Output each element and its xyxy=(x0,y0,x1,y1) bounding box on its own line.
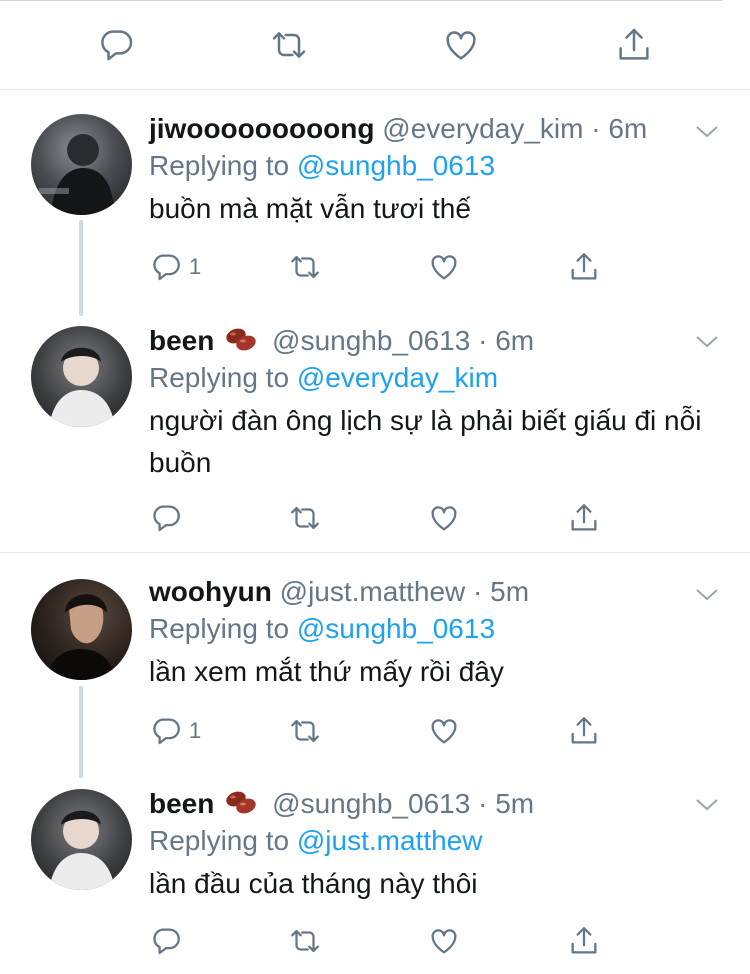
reply-icon xyxy=(153,928,180,955)
share-button[interactable] xyxy=(567,245,601,289)
timestamp[interactable]: 6m xyxy=(495,325,534,356)
tweet-text: lần đầu của tháng này thôi xyxy=(149,868,478,899)
share-icon xyxy=(571,253,597,280)
reply-mention-link[interactable]: @everyday_kim xyxy=(297,362,498,393)
avatar[interactable] xyxy=(31,789,132,890)
like-icon[interactable] xyxy=(439,23,483,67)
replying-to: Replying to @everyday_kim xyxy=(149,360,720,396)
replying-to-label: Replying to xyxy=(149,613,290,644)
share-icon xyxy=(571,717,597,744)
retweet-button[interactable] xyxy=(287,496,323,540)
display-name[interactable]: been xyxy=(149,788,214,819)
chevron-down-icon[interactable] xyxy=(694,330,720,352)
timestamp[interactable]: 6m xyxy=(608,113,647,144)
chevron-down-icon[interactable] xyxy=(694,120,720,142)
tweet-actions xyxy=(149,919,619,963)
tweet-text: buồn mà mặt vẫn tươi thế xyxy=(149,193,471,224)
replying-to: Replying to @sunghb_0613 xyxy=(149,611,720,647)
tweet-text: người đàn ông lịch sự là phải biết giấu … xyxy=(149,405,702,478)
retweet-button[interactable] xyxy=(287,919,323,963)
timestamp[interactable]: 5m xyxy=(490,576,529,607)
separator-dot: · xyxy=(583,113,609,144)
reply-button[interactable] xyxy=(149,919,189,963)
tweet[interactable]: been @sunghb_0613 · 6m Replying to @ever… xyxy=(0,310,750,553)
replying-to-label: Replying to xyxy=(149,362,290,393)
reply-mention-link[interactable]: @sunghb_0613 xyxy=(297,150,495,181)
reply-button[interactable]: 1 xyxy=(149,245,201,289)
retweet-button[interactable] xyxy=(287,245,323,289)
reply-count: 1 xyxy=(189,718,202,743)
bean-emoji xyxy=(224,324,258,362)
replying-to-label: Replying to xyxy=(149,150,290,181)
retweet-icon xyxy=(291,506,319,530)
reply-icon xyxy=(153,718,180,745)
like-icon xyxy=(431,719,457,744)
tweet[interactable]: been @sunghb_0613 · 5m Replying to @just… xyxy=(0,773,750,974)
share-button[interactable] xyxy=(567,709,601,753)
like-button[interactable] xyxy=(427,709,461,753)
replying-to: Replying to @just.matthew xyxy=(149,823,720,859)
chevron-down-icon[interactable] xyxy=(694,583,720,605)
reply-icon xyxy=(153,254,180,281)
reply-button[interactable]: 1 xyxy=(149,709,201,753)
reply-mention-link[interactable]: @just.matthew xyxy=(297,825,483,856)
share-button[interactable] xyxy=(567,496,601,540)
display-name[interactable]: woohyun xyxy=(149,576,272,607)
like-button[interactable] xyxy=(427,245,461,289)
tweet-actions: 1 xyxy=(149,245,619,289)
retweet-icon xyxy=(291,719,319,743)
reply-icon xyxy=(153,505,180,532)
reply-button[interactable] xyxy=(149,496,189,540)
thread-line xyxy=(79,686,83,778)
replying-to: Replying to @sunghb_0613 xyxy=(149,148,720,184)
replying-to-label: Replying to xyxy=(149,825,290,856)
avatar[interactable] xyxy=(31,114,132,215)
tweet[interactable]: jiwooooooooong @everyday_kim · 6m Replyi… xyxy=(0,90,750,316)
tweet-actions: 1 xyxy=(149,709,619,753)
reply-icon[interactable] xyxy=(94,23,138,67)
username[interactable]: @sunghb_0613 xyxy=(272,325,470,356)
separator-dot: · xyxy=(470,788,496,819)
timestamp[interactable]: 5m xyxy=(495,788,534,819)
username[interactable]: @just.matthew xyxy=(280,576,466,607)
separator-dot: · xyxy=(465,576,491,607)
like-icon xyxy=(431,929,457,954)
reply-count: 1 xyxy=(189,254,202,279)
like-icon xyxy=(431,255,457,280)
bean-emoji xyxy=(224,787,258,825)
display-name[interactable]: been xyxy=(149,325,214,356)
share-icon xyxy=(571,927,597,954)
chevron-down-icon[interactable] xyxy=(694,793,720,815)
share-icon[interactable] xyxy=(612,23,656,67)
share-button[interactable] xyxy=(567,919,601,963)
parent-tweet-actions xyxy=(0,0,750,90)
thread-line xyxy=(79,220,83,316)
retweet-icon xyxy=(291,929,319,953)
like-icon xyxy=(431,506,457,531)
retweet-icon xyxy=(291,255,319,279)
like-button[interactable] xyxy=(427,919,461,963)
reply-mention-link[interactable]: @sunghb_0613 xyxy=(297,613,495,644)
username[interactable]: @everyday_kim xyxy=(382,113,583,144)
display-name[interactable]: jiwooooooooong xyxy=(149,113,374,144)
like-button[interactable] xyxy=(427,496,461,540)
separator-dot: · xyxy=(470,325,496,356)
avatar[interactable] xyxy=(31,579,132,680)
tweet[interactable]: woohyun @just.matthew · 5m Replying to @… xyxy=(0,553,750,778)
tweet-text: lần xem mắt thứ mấy rồi đây xyxy=(149,656,504,687)
retweet-icon[interactable] xyxy=(267,23,311,67)
tweet-actions xyxy=(149,496,619,540)
username[interactable]: @sunghb_0613 xyxy=(272,788,470,819)
retweet-button[interactable] xyxy=(287,709,323,753)
avatar[interactable] xyxy=(31,326,132,427)
share-icon xyxy=(571,504,597,531)
